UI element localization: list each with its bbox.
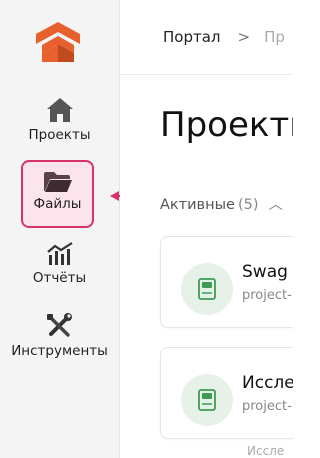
- book-icon: [198, 389, 216, 411]
- section-count: (5): [237, 197, 259, 213]
- sidebar-item-label: Отчёты: [32, 270, 87, 286]
- chart-icon: [46, 242, 73, 265]
- sidebar-item-projects[interactable]: Проекты: [0, 97, 119, 143]
- project-name: Иссле: [242, 373, 293, 393]
- sidebar-item-label: Проекты: [28, 127, 91, 143]
- sidebar-item-tools[interactable]: Инструменты: [0, 313, 119, 359]
- project-card[interactable]: Иссле project- Иссле: [160, 347, 293, 458]
- project-slug: project-: [242, 399, 292, 414]
- section-label: Активные: [160, 197, 235, 213]
- project-icon-badge: [181, 374, 233, 426]
- sidebar-item-files[interactable]: Файлы: [21, 160, 94, 228]
- sidebar-item-reports[interactable]: Отчёты: [0, 242, 119, 286]
- sidebar-item-label: Файлы: [33, 196, 82, 212]
- project-slug: project-: [242, 288, 292, 303]
- breadcrumb-item-current[interactable]: Пр: [264, 28, 285, 46]
- book-icon: [198, 278, 216, 300]
- project-subtitle: Иссле: [247, 444, 285, 458]
- project-icon-badge: [181, 263, 233, 315]
- breadcrumb-separator: >: [237, 28, 251, 46]
- section-header-active[interactable]: Активные (5) ︿: [160, 193, 283, 214]
- folder-open-icon: [43, 172, 72, 192]
- main-content: Портал > Пр Проекты Активные(5) ︿ Swag pr…: [120, 0, 293, 458]
- breadcrumb-item-portal[interactable]: Портал: [163, 28, 221, 46]
- home-icon: [46, 98, 73, 122]
- tools-icon: [46, 313, 72, 337]
- project-card[interactable]: Swag project-: [160, 236, 293, 328]
- breadcrumb: Портал > Пр: [120, 0, 293, 75]
- sidebar-item-label: Инструменты: [11, 343, 108, 359]
- sidebar: Проекты Файлы Отчёты Инструменты: [0, 0, 120, 458]
- chevron-up-icon[interactable]: ︿: [269, 197, 284, 213]
- page-title: Проекты: [160, 105, 293, 145]
- brand-logo[interactable]: [34, 20, 82, 64]
- project-name: Swag: [242, 262, 288, 282]
